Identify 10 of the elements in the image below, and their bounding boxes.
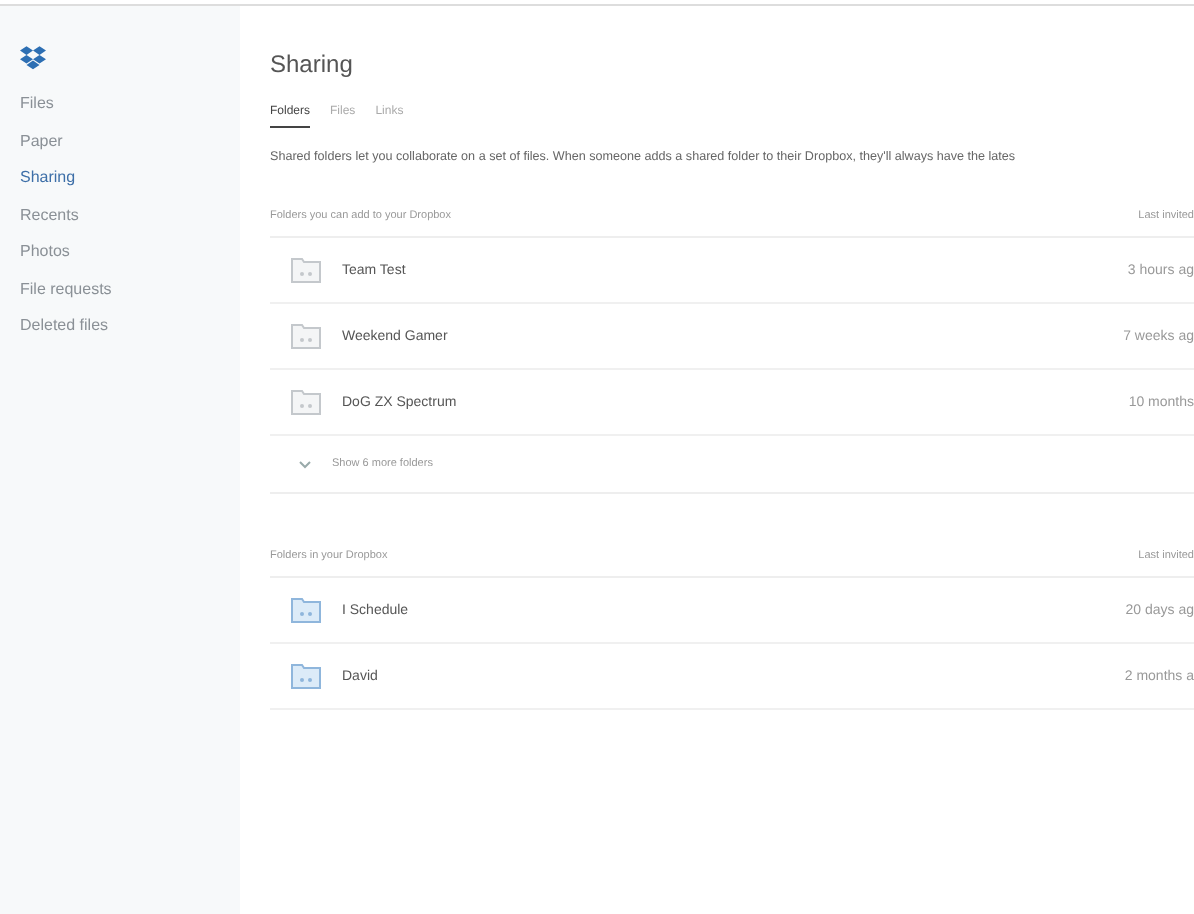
sidebar-item[interactable]: Photos — [20, 242, 240, 279]
page-title: Sharing — [270, 50, 355, 78]
sidebar-item[interactable]: Recents — [20, 205, 240, 242]
sidebar-item[interactable]: Paper — [20, 131, 240, 168]
sidebar-item[interactable]: File requests — [20, 279, 240, 316]
sidebar-item[interactable]: Sharing — [20, 168, 240, 205]
dropbox-logo-icon[interactable] — [20, 46, 46, 70]
sidebar-item[interactable]: Files — [20, 94, 240, 131]
sidebar-item[interactable]: Deleted files — [20, 316, 240, 353]
chevron-down-icon — [298, 459, 312, 469]
